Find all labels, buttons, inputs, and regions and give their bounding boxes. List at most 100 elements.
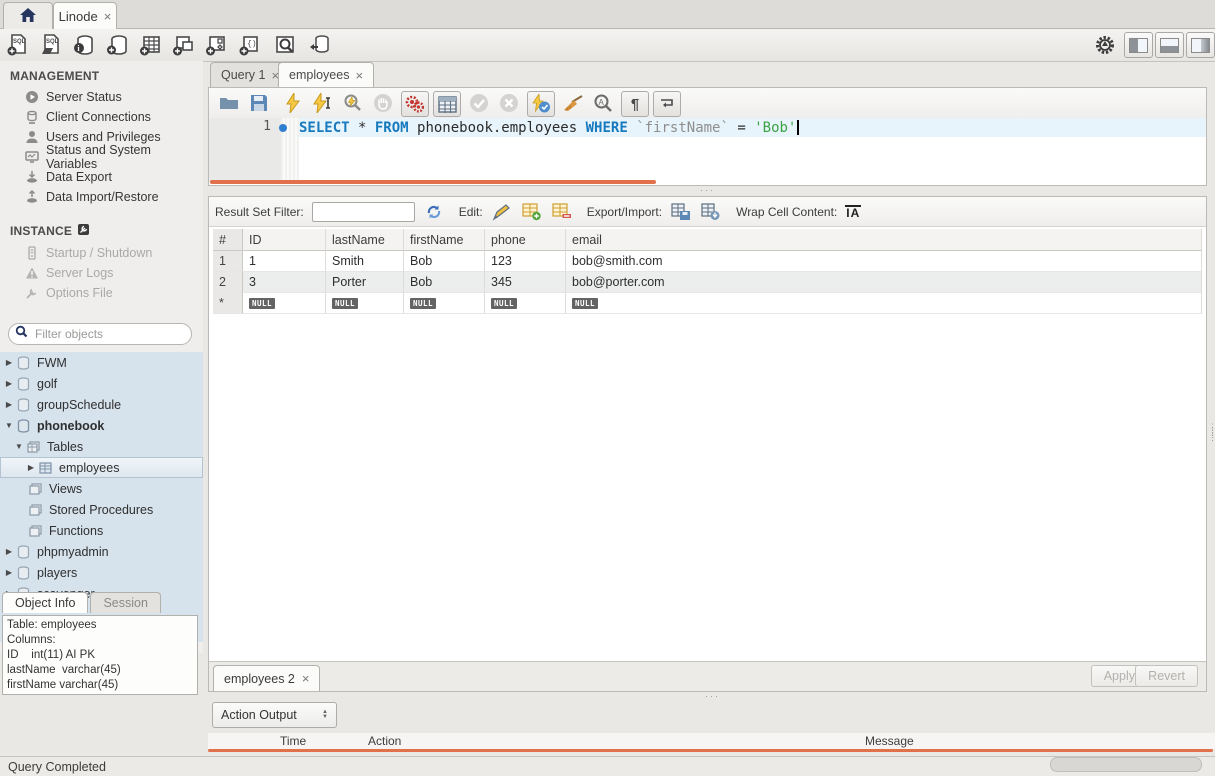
sidebar-item-server-logs[interactable]: Server Logs	[0, 263, 203, 283]
stop-button[interactable]	[371, 91, 395, 115]
insert-row-icon[interactable]	[521, 202, 543, 222]
schema-tree-item-players[interactable]: ▶ players	[0, 562, 203, 583]
toggle-right-sidebar-button[interactable]	[1186, 32, 1215, 58]
edit-record-icon[interactable]	[491, 202, 513, 222]
rollback-button[interactable]	[497, 91, 521, 115]
create-function-button[interactable]: {)	[236, 32, 264, 58]
null-badge[interactable]: NULL	[572, 298, 598, 309]
toggle-autocommit-button[interactable]	[527, 91, 555, 117]
column-header-email[interactable]: email	[566, 229, 1202, 251]
action-col-action[interactable]: Action	[360, 734, 857, 748]
close-icon[interactable]: ×	[302, 671, 310, 686]
sql-code-area[interactable]: SELECT * FROM phonebook.employees WHERE …	[209, 118, 1206, 182]
schema-tree-item-golf[interactable]: ▶ golf	[0, 373, 203, 394]
column-header-firstname[interactable]: firstName	[404, 229, 485, 251]
limit-rows-button[interactable]	[433, 91, 461, 117]
result-new-row[interactable]: * NULL NULL NULL NULL NULL	[213, 293, 1202, 314]
schema-tree-item-employees[interactable]: ▶ employees	[0, 457, 203, 478]
beautify-button[interactable]	[561, 91, 585, 115]
tab-employees-2[interactable]: employees 2 ×	[213, 665, 320, 691]
result-row-1[interactable]: 1 1 Smith Bob 123 bob@smith.com	[213, 251, 1202, 272]
sidebar-item-client-connections[interactable]: Client Connections	[0, 107, 203, 127]
output-selector[interactable]: Action Output ▲▼	[212, 702, 337, 728]
home-tab[interactable]	[3, 2, 53, 29]
chevron-right-icon[interactable]: ▶	[4, 400, 14, 409]
sidebar-item-startup-shutdown[interactable]: Startup / Shutdown	[0, 243, 203, 263]
editor-horizontal-scrollbar[interactable]	[210, 180, 656, 184]
column-header-rownum[interactable]: #	[213, 229, 243, 251]
schema-filter-input[interactable]	[33, 326, 192, 342]
schema-tree-item-phonebook[interactable]: ▼ phonebook	[0, 415, 203, 436]
schema-tree-item-stored-procedures[interactable]: Stored Procedures	[0, 499, 203, 520]
create-procedure-button[interactable]	[203, 32, 231, 58]
execute-button[interactable]	[281, 91, 305, 115]
null-badge[interactable]: NULL	[249, 298, 275, 309]
chevron-down-icon[interactable]: ▼	[14, 442, 24, 451]
create-schema-button[interactable]	[104, 32, 132, 58]
column-header-phone[interactable]: phone	[485, 229, 566, 251]
chevron-right-icon[interactable]: ▶	[26, 463, 36, 472]
inspect-database-button[interactable]: i	[70, 32, 98, 58]
import-recordset-icon[interactable]	[700, 202, 722, 222]
chevron-right-icon[interactable]: ▶	[4, 568, 14, 577]
right-splitter-grip[interactable]: ⋮⋮⋮	[1208, 425, 1212, 443]
sidebar-item-server-status[interactable]: Server Status	[0, 87, 203, 107]
toggle-left-sidebar-button[interactable]	[1124, 32, 1153, 58]
result-filter-input[interactable]	[312, 202, 415, 222]
schema-tree-item-functions[interactable]: Functions	[0, 520, 203, 541]
null-badge[interactable]: NULL	[410, 298, 436, 309]
create-view-button[interactable]	[170, 32, 198, 58]
chevron-right-icon[interactable]: ▶	[4, 379, 14, 388]
sidebar-item-status-system-variables[interactable]: Status and System Variables	[0, 147, 203, 167]
connection-tab[interactable]: Linode ×	[53, 2, 117, 29]
action-col-message[interactable]: Message	[857, 734, 1207, 748]
toggle-bottom-panel-button[interactable]	[1155, 32, 1184, 58]
revert-button[interactable]: Revert	[1135, 665, 1198, 687]
commit-button[interactable]	[467, 91, 491, 115]
schema-tree-item-tables[interactable]: ▼ Tables	[0, 436, 203, 457]
splitter-grip[interactable]: ···	[705, 694, 720, 698]
new-sql-tab-button[interactable]: SQL	[4, 32, 32, 58]
column-header-id[interactable]: ID	[243, 229, 326, 251]
sidebar-item-data-import[interactable]: Data Import/Restore	[0, 187, 203, 207]
action-output-scrollbar[interactable]	[208, 749, 1213, 752]
null-badge[interactable]: NULL	[332, 298, 358, 309]
close-icon[interactable]: ×	[104, 9, 112, 24]
preferences-gear-icon[interactable]	[1091, 32, 1119, 58]
chevron-down-icon[interactable]: ▼	[4, 421, 14, 430]
splitter-grip[interactable]: ···	[700, 188, 715, 192]
spinner-icon[interactable]: ▲▼	[322, 710, 328, 720]
sidebar-item-options-file[interactable]: Options File	[0, 283, 203, 303]
action-col-duration[interactable]: Duration / Fetch	[1207, 734, 1215, 748]
execute-current-statement-button[interactable]	[311, 91, 335, 115]
toggle-wrap-button[interactable]	[653, 91, 681, 117]
search-table-data-button[interactable]	[271, 32, 299, 58]
chevron-right-icon[interactable]: ▶	[4, 358, 14, 367]
refresh-icon[interactable]	[423, 202, 445, 222]
open-script-button[interactable]	[217, 91, 241, 115]
delete-row-icon[interactable]	[551, 202, 573, 222]
toggle-stop-on-error-button[interactable]	[401, 91, 429, 117]
close-icon[interactable]: ×	[355, 68, 363, 83]
open-sql-script-button[interactable]: SQL	[37, 32, 65, 58]
find-button[interactable]: A	[591, 91, 615, 115]
schema-tree-item-views[interactable]: Views	[0, 478, 203, 499]
action-col-time[interactable]: Time	[272, 734, 360, 748]
column-header-lastname[interactable]: lastName	[326, 229, 404, 251]
schema-tree-item-fwm[interactable]: ▶ FWM	[0, 352, 203, 373]
wrap-cell-content-icon[interactable]: IA	[845, 205, 861, 219]
save-script-button[interactable]	[247, 91, 271, 115]
tab-session[interactable]: Session	[90, 592, 160, 613]
result-row-2[interactable]: 2 3 Porter Bob 345 bob@porter.com	[213, 272, 1202, 293]
horizontal-scrollbar-thumb[interactable]	[1050, 757, 1202, 772]
tab-employees[interactable]: employees ×	[278, 62, 374, 87]
show-invisibles-button[interactable]: ¶	[621, 91, 649, 117]
null-badge[interactable]: NULL	[491, 298, 517, 309]
explain-button[interactable]	[341, 91, 365, 115]
chevron-right-icon[interactable]: ▶	[4, 547, 14, 556]
reconnect-dbms-button[interactable]	[306, 32, 334, 58]
schema-tree-item-groupschedule[interactable]: ▶ groupSchedule	[0, 394, 203, 415]
export-recordset-icon[interactable]	[670, 202, 692, 222]
schema-tree-item-phpmyadmin[interactable]: ▶ phpmyadmin	[0, 541, 203, 562]
sql-line-1[interactable]: SELECT * FROM phonebook.employees WHERE …	[299, 118, 1206, 137]
